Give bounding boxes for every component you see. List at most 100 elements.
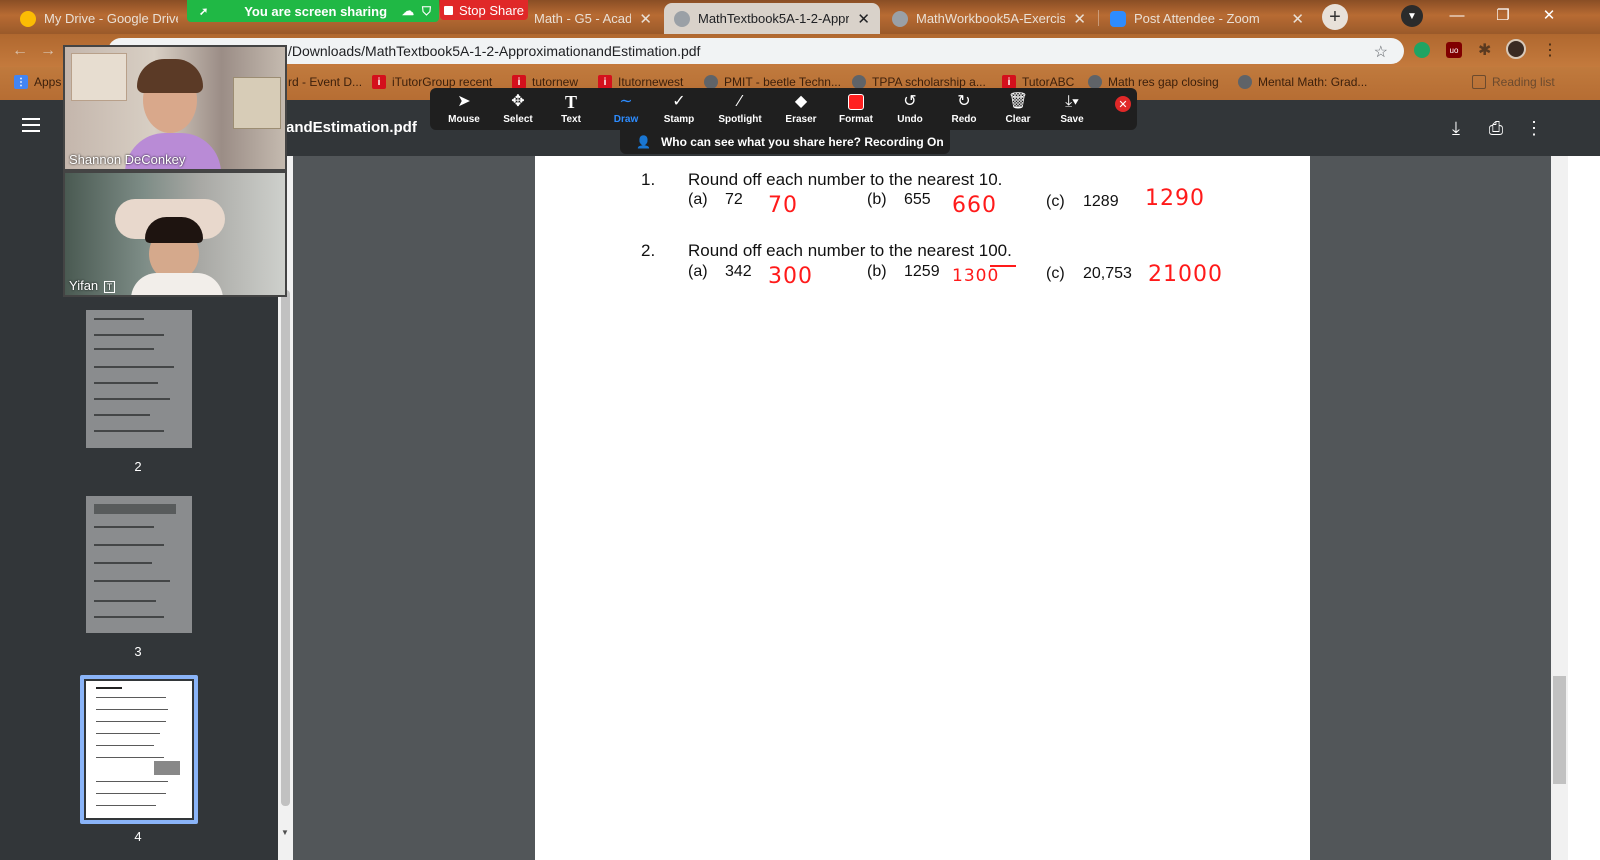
screen-sharing-banner: ➚ You are screen sharing ☁ ⛉ [187, 0, 439, 22]
page-thumbnail-2[interactable] [86, 310, 192, 448]
bookmark-tutornew[interactable]: i tutornew [512, 75, 578, 89]
bookmark-tutorabc[interactable]: i TutorABC [1002, 75, 1074, 89]
video-tile-student[interactable]: Yifan T [63, 171, 287, 297]
restore-button[interactable]: ❐ [1480, 0, 1526, 30]
scroll-down-arrow-icon[interactable]: ▼ [281, 828, 289, 837]
tool-mouse[interactable]: ➤ Mouse [437, 92, 491, 128]
globe-icon [1238, 75, 1252, 89]
tab-math-textbook[interactable]: MathTextbook5A-1-2-Approx ✕ [664, 3, 880, 34]
tool-text[interactable]: T Text [544, 92, 598, 128]
bookmark-tppa[interactable]: TPPA scholarship a... [852, 75, 986, 89]
main-scroll-thumb[interactable] [1553, 676, 1566, 784]
tool-eraser[interactable]: ◆ Eraser [774, 92, 828, 128]
page-thumbnail-4[interactable] [86, 681, 192, 818]
itutor-icon: i [372, 75, 386, 89]
close-icon[interactable]: ✕ [1073, 10, 1086, 28]
page-number-label: 3 [134, 644, 142, 659]
google-drive-icon [20, 10, 36, 27]
close-icon[interactable]: ✕ [857, 10, 870, 28]
itutor-icon: i [598, 75, 612, 89]
move-icon: ✥ [511, 93, 525, 110]
tool-undo[interactable]: ↺ Undo [883, 92, 937, 128]
handwritten-answer: 660 [952, 193, 997, 218]
minimize-button[interactable]: — [1434, 0, 1480, 30]
trash-icon: 🗑 [1007, 93, 1029, 110]
video-tile-host[interactable]: Shannon DeConkey [63, 45, 287, 171]
network-icon: ☁ [401, 4, 414, 18]
tool-format[interactable]: Format [829, 92, 883, 128]
tab-search-button[interactable]: ▼ [1401, 5, 1423, 27]
participant-name: Shannon DeConkey [69, 152, 186, 167]
profile-avatar[interactable] [1506, 39, 1526, 59]
itutor-icon: i [512, 75, 526, 89]
recording-info-banner[interactable]: 👤 Who can see what you share here? Recor… [620, 130, 950, 154]
stop-share-button[interactable]: Stop Share [440, 0, 528, 20]
option-label: (a) [688, 191, 708, 208]
right-margin [1568, 156, 1600, 860]
tool-save[interactable]: ⤓▾ Save [1045, 92, 1099, 128]
bookmark-mental-math[interactable]: Mental Math: Grad... [1238, 75, 1367, 89]
tool-clear[interactable]: 🗑 Clear [991, 92, 1045, 128]
text-icon: T [564, 92, 577, 112]
ublock-icon[interactable]: uo [1446, 42, 1462, 58]
close-icon[interactable]: ✕ [639, 10, 652, 28]
address-bar[interactable]: /Downloads/MathTextbook5A-1-2-Approximat… [108, 38, 1404, 64]
back-icon[interactable]: ← [12, 42, 28, 60]
handwritten-underline [990, 265, 1016, 267]
bookmark-itutorgroup[interactable]: i iTutorGroup recent [372, 75, 492, 89]
question-number: 1. [641, 170, 656, 189]
bookmark-apps[interactable]: ⋮ Apps [14, 75, 61, 89]
page-number-label: 2 [134, 459, 142, 474]
tool-draw[interactable]: ∼ Draw [599, 92, 653, 128]
option-value: 1289 [1083, 193, 1119, 210]
bookmark-event[interactable]: rd - Event D... [288, 75, 362, 89]
itutor-icon: i [1002, 75, 1016, 89]
tab-google-drive[interactable]: My Drive - Google Drive [10, 3, 188, 34]
new-tab-button[interactable]: + [1322, 4, 1348, 30]
download-icon[interactable]: ⤓ [1444, 116, 1468, 140]
option-value: 655 [904, 191, 931, 208]
forward-icon[interactable]: → [40, 42, 56, 60]
menu-icon[interactable] [22, 118, 40, 132]
page-thumbnail-3[interactable] [86, 496, 192, 633]
star-icon[interactable]: ☆ [1374, 42, 1388, 62]
bookmark-pmit[interactable]: PMIT - beetle Techn... [704, 75, 841, 89]
person-icon: 👤 [636, 135, 651, 149]
bookmark-itutornewest[interactable]: i Itutornewest [598, 75, 683, 89]
close-icon[interactable]: ✕ [1291, 10, 1304, 28]
puzzle-icon[interactable]: ✱ [1478, 40, 1491, 60]
close-annotation-icon[interactable]: ✕ [1115, 96, 1131, 112]
redo-icon: ↻ [957, 93, 971, 110]
globe-icon [704, 75, 718, 89]
globe-icon [892, 10, 908, 27]
extension-icon[interactable] [1414, 42, 1430, 58]
tool-spotlight[interactable]: ⁄ Spotlight [713, 92, 767, 128]
stop-icon [443, 5, 453, 15]
option-value: 72 [725, 191, 743, 208]
bookmark-reading-list[interactable]: Reading list [1472, 75, 1555, 89]
globe-icon [852, 75, 866, 89]
tab-math-g5[interactable]: Math - G5 - Acade ✕ [528, 3, 662, 34]
option-value: 20,753 [1083, 265, 1132, 282]
tab-zoom-attendee[interactable]: Post Attendee - Zoom ✕ [1100, 3, 1314, 34]
print-icon[interactable]: ⎙ [1484, 116, 1508, 140]
tool-select[interactable]: ✥ Select [491, 92, 545, 128]
tool-stamp[interactable]: ✓ Stamp [652, 92, 706, 128]
wall-art-tree [233, 77, 281, 129]
sidebar-scroll-thumb[interactable] [281, 290, 290, 806]
tool-redo[interactable]: ↻ Redo [937, 92, 991, 128]
eraser-icon: ◆ [794, 93, 808, 110]
tab-math-workbook[interactable]: MathWorkbook5A-Exercise4_ ✕ [882, 3, 1096, 34]
wall-poster [71, 53, 127, 101]
menu-kebab-icon[interactable]: ⋮ [1542, 40, 1558, 60]
handwritten-answer: 1290 [1145, 186, 1205, 211]
chevron-down-icon: ▼ [1407, 10, 1417, 22]
close-window-button[interactable]: ✕ [1526, 0, 1572, 30]
bookmark-math-res[interactable]: Math res gap closing [1088, 75, 1219, 89]
undo-icon: ↺ [903, 93, 917, 110]
more-vert-icon[interactable]: ⋮ [1522, 116, 1546, 140]
globe-icon [674, 10, 690, 27]
caption-icon: T [103, 281, 116, 293]
option-value: 342 [725, 263, 752, 280]
participant-hair [145, 217, 203, 243]
